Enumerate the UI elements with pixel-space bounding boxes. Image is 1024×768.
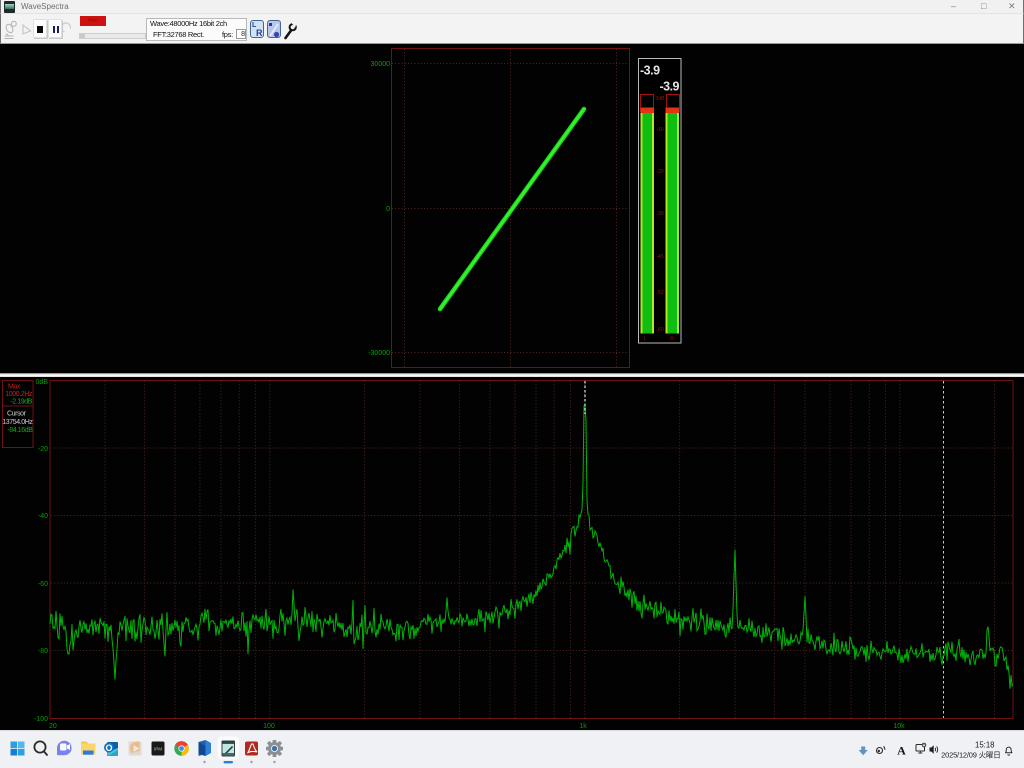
svg-text:-80: -80 [38, 648, 48, 655]
svg-text:-2.19dB: -2.19dB [10, 399, 32, 406]
svg-text:10k: 10k [893, 723, 905, 730]
svg-text:-84.16dB: -84.16dB [7, 427, 33, 434]
svg-text:IPM: IPM [154, 747, 162, 752]
svg-text:A: A [897, 744, 906, 758]
svg-text:-40: -40 [38, 513, 48, 520]
svg-text:15:18: 15:18 [975, 741, 995, 750]
svg-text:20: 20 [49, 723, 57, 730]
svg-text:Max: Max [8, 384, 21, 391]
svg-text:100: 100 [263, 723, 275, 730]
svg-text:13754.0Hz: 13754.0Hz [2, 419, 33, 426]
svg-text:Cursor: Cursor [7, 411, 27, 418]
svg-text:1000.2Hz: 1000.2Hz [5, 391, 33, 398]
svg-text:-20: -20 [38, 446, 48, 453]
svg-text:0dB: 0dB [36, 379, 49, 386]
svg-text:O: O [105, 743, 112, 753]
svg-text:-100: -100 [34, 716, 48, 723]
svg-text:1k: 1k [579, 723, 587, 730]
svg-text:-60: -60 [38, 581, 48, 588]
svg-text:2025/12/09 火曜日: 2025/12/09 火曜日 [941, 751, 1000, 760]
